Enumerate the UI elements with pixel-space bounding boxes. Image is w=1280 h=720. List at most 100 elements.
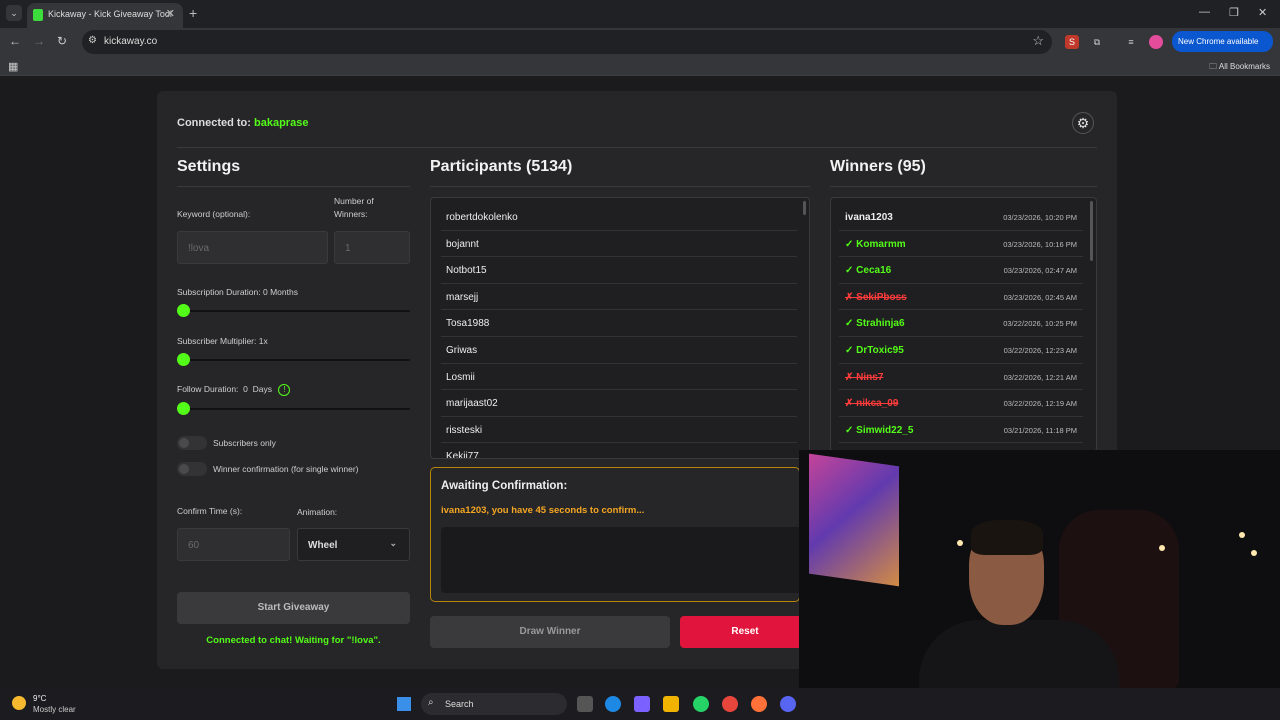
winner-date: 03/22/2026, 10:25 PM xyxy=(1003,319,1077,329)
chevron-down-icon: ⌄ xyxy=(389,538,397,548)
tab-close-icon[interactable]: ✕ xyxy=(166,7,175,20)
webcam-city-light xyxy=(957,540,963,546)
confirm-time-input[interactable]: 60 xyxy=(177,528,290,561)
reload-icon[interactable]: ↻ xyxy=(57,34,67,48)
firefox-icon[interactable] xyxy=(751,696,767,712)
participants-list[interactable]: robertdokolenko bojannt Notbot15 marsejj… xyxy=(430,197,810,459)
forward-icon[interactable]: → xyxy=(33,34,45,48)
taskbar-search[interactable]: ⌕ Search xyxy=(421,693,567,715)
extension-s-icon[interactable]: S xyxy=(1065,35,1079,49)
winner-confirmation-toggle[interactable] xyxy=(177,462,207,476)
minimize-icon[interactable]: — xyxy=(1199,6,1210,18)
participants-title: Participants (5134) xyxy=(430,158,573,175)
winner-date: 03/23/2026, 02:47 AM xyxy=(1003,266,1077,276)
tab-title: Kickaway - Kick Giveaway Tool xyxy=(48,9,172,19)
header-divider xyxy=(177,147,1097,148)
settings-gear-icon[interactable]: ⚙ xyxy=(1072,112,1094,134)
winner-row: ✓ Komarmm 03/23/2026, 10:16 PM xyxy=(839,231,1083,258)
reading-list-icon[interactable]: ≡ xyxy=(1124,35,1138,49)
edge-icon[interactable] xyxy=(605,696,621,712)
bookmark-star-icon[interactable]: ☆ xyxy=(1032,33,1044,49)
confirmation-chat-box xyxy=(441,527,801,593)
draw-winner-button[interactable]: Draw Winner xyxy=(430,616,670,648)
sub-multiplier-label: Subscriber Multiplier: 1x xyxy=(177,336,268,346)
settings-title: Settings xyxy=(177,158,241,175)
weather-temp: 9°C xyxy=(33,694,47,703)
sub-multiplier-slider[interactable] xyxy=(177,359,410,361)
weather-desc: Mostly clear xyxy=(33,705,76,714)
winner-row: ✓ Simwid22_5 03/21/2026, 11:18 PM xyxy=(839,417,1083,444)
num-winners-input[interactable]: 1 xyxy=(334,231,410,264)
follow-duration-row: Follow Duration: 0 Days ! xyxy=(177,384,291,396)
winners-title: Winners (95) xyxy=(830,158,926,175)
animation-select[interactable]: Wheel ⌄ xyxy=(297,528,410,561)
apps-grid-icon[interactable]: ▦ xyxy=(8,60,18,73)
follow-duration-knob[interactable] xyxy=(177,402,190,415)
keyword-input[interactable]: !lova xyxy=(177,231,328,264)
all-bookmarks-label: All Bookmarks xyxy=(1218,62,1270,71)
new-chrome-available-button[interactable]: New Chrome available xyxy=(1172,31,1273,52)
new-tab-icon[interactable]: + xyxy=(189,5,197,21)
winner-date: 03/23/2026, 10:16 PM xyxy=(1003,239,1077,249)
list-item: marijaast02 xyxy=(441,390,797,417)
list-item: marsejj xyxy=(441,284,797,311)
winner-date: 03/22/2026, 12:19 AM xyxy=(1003,399,1077,409)
back-icon[interactable]: ← xyxy=(9,34,21,48)
settings-divider xyxy=(177,186,410,187)
tab-bar: ⌄ Kickaway - Kick Giveaway Tool ✕ + — ❐ … xyxy=(0,0,1280,28)
bookmarks-bar: ▦ 🗀 All Bookmarks xyxy=(0,56,1280,76)
sub-duration-slider[interactable] xyxy=(177,310,410,312)
windows-start-icon[interactable] xyxy=(397,697,411,711)
winner-row: ✓ Ceca16 03/23/2026, 02:47 AM xyxy=(839,257,1083,284)
webcam-city-light xyxy=(1251,550,1257,556)
webcam-monitor-glow xyxy=(809,453,899,587)
address-bar[interactable]: ⚙ kickaway.co ☆ xyxy=(82,30,1052,54)
tab-kickaway[interactable]: Kickaway - Kick Giveaway Tool ✕ xyxy=(27,3,183,28)
start-giveaway-button[interactable]: Start Giveaway xyxy=(177,592,410,624)
profile-avatar-icon[interactable] xyxy=(1149,35,1163,49)
winner-row: ✗ nikca_09 03/22/2026, 12:19 AM xyxy=(839,390,1083,417)
search-label: Search xyxy=(445,699,474,709)
winner-confirmation-label: Winner confirmation (for single winner) xyxy=(213,464,359,474)
copilot-icon[interactable] xyxy=(634,696,650,712)
winner-name: ✓ Simwid22_5 xyxy=(845,424,914,436)
extensions-puzzle-icon[interactable]: ⧉ xyxy=(1090,35,1104,49)
site-info-icon[interactable]: ⚙ xyxy=(88,35,97,46)
webcam-person-hair xyxy=(971,520,1043,555)
task-view-icon[interactable] xyxy=(577,696,593,712)
winner-date: 03/22/2026, 12:23 AM xyxy=(1003,346,1077,355)
weather-moon-icon xyxy=(12,696,26,710)
winner-name: ✗ SekiPboss xyxy=(845,291,907,303)
follow-duration-slider[interactable] xyxy=(177,408,410,410)
winners-list[interactable]: ivana1203 03/23/2026, 10:20 PM ✓ Komarmm… xyxy=(830,197,1097,452)
webcam-overlay xyxy=(799,450,1280,688)
sub-duration-knob[interactable] xyxy=(177,304,190,317)
subscribers-only-toggle[interactable] xyxy=(177,436,207,450)
winner-date: 03/21/2026, 11:18 PM xyxy=(1003,425,1077,435)
winner-name: ✗ nikca_09 xyxy=(845,398,899,410)
sub-multiplier-knob[interactable] xyxy=(177,353,190,366)
discord-icon[interactable] xyxy=(780,696,796,712)
close-window-icon[interactable]: ✕ xyxy=(1258,6,1267,19)
follow-duration-label: Follow Duration: 0 Days xyxy=(177,384,272,394)
chat-status-text: Connected to chat! Waiting for "!lova". xyxy=(206,635,381,646)
keyword-label: Keyword (optional): xyxy=(177,209,251,219)
file-explorer-icon[interactable] xyxy=(663,696,679,712)
winner-name: ivana1203 xyxy=(845,212,893,223)
winners-scrollbar[interactable] xyxy=(1090,201,1093,261)
num-winners-label: Number of Winners: xyxy=(334,196,374,219)
maximize-icon[interactable]: ❐ xyxy=(1229,6,1239,19)
connected-user: bakaprase xyxy=(254,117,309,129)
winner-row: ✓ Strahinja6 03/22/2026, 10:25 PM xyxy=(839,310,1083,337)
chrome-icon[interactable] xyxy=(722,696,738,712)
participants-scrollbar[interactable] xyxy=(803,201,806,215)
reset-button[interactable]: Reset xyxy=(680,616,810,648)
info-icon[interactable]: ! xyxy=(278,384,291,396)
windows-taskbar: 9°C Mostly clear ⌕ Search xyxy=(0,688,1280,720)
whatsapp-icon[interactable] xyxy=(693,696,709,712)
tab-search-icon[interactable]: ⌄ xyxy=(6,5,22,21)
all-bookmarks-link[interactable]: 🗀 All Bookmarks xyxy=(1209,61,1270,75)
winner-name: ✓ DrToxic95 xyxy=(845,345,904,356)
awaiting-confirmation-panel: Awaiting Confirmation: ivana1203, you ha… xyxy=(430,467,801,602)
url-text[interactable]: kickaway.co xyxy=(104,36,157,47)
